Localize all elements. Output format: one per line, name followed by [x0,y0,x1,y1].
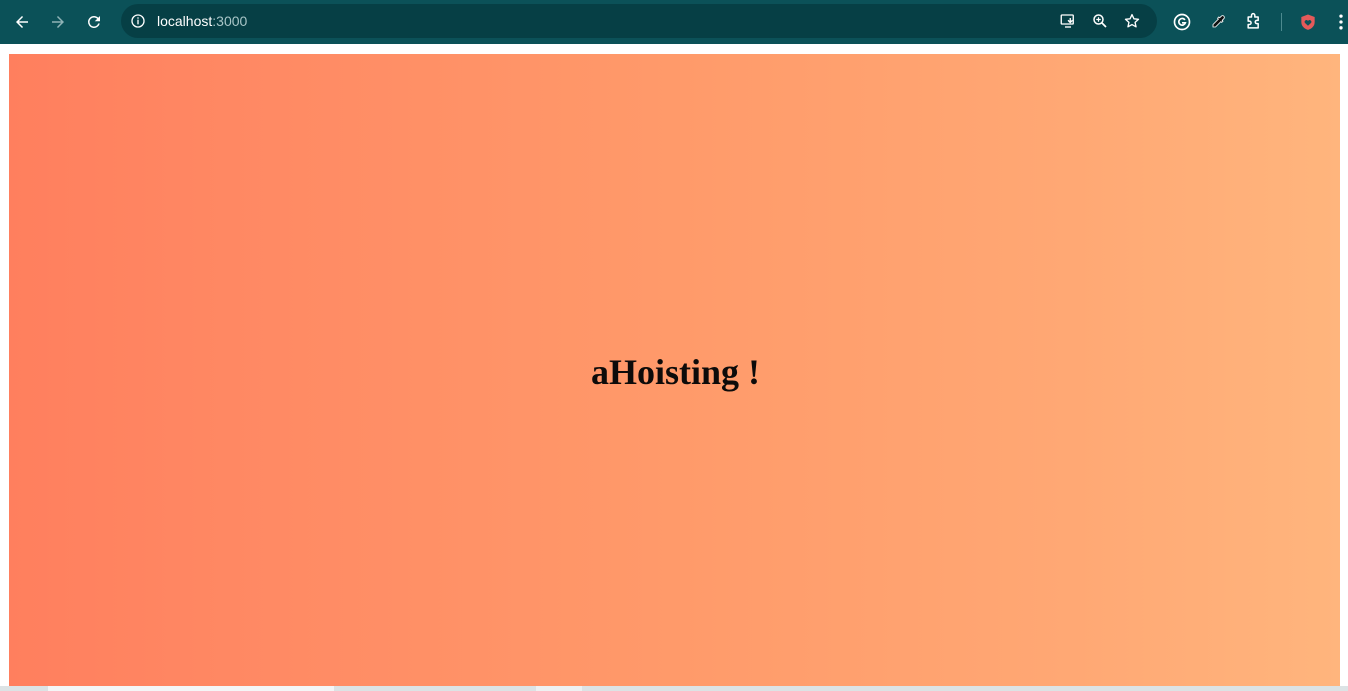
toolbar-divider [1281,13,1282,31]
back-button[interactable] [9,9,35,35]
info-icon[interactable] [129,12,147,30]
zoom-icon[interactable] [1090,11,1110,31]
forward-button[interactable] [45,9,71,35]
taskbar-edge [0,686,1348,691]
forward-arrow-icon [52,16,64,28]
browser-toolbar: localhost:3000 [0,0,1348,44]
eyedropper-icon[interactable] [1207,11,1229,33]
url-port: :3000 [212,13,248,29]
page-heading: aHoisting ! [590,352,760,392]
reload-icon [87,15,100,28]
reload-button[interactable] [81,9,107,35]
taskbar-item[interactable] [48,686,334,691]
star-icon[interactable] [1122,11,1142,31]
shield-heart-icon[interactable] [1297,11,1319,33]
grammarly-icon[interactable] [1171,11,1193,33]
kebab-menu-icon[interactable] [1334,11,1348,33]
address-bar[interactable]: localhost:3000 [121,4,1157,38]
puzzle-icon[interactable] [1243,11,1265,33]
url-text[interactable]: localhost:3000 [157,13,247,29]
page-viewport: aHoisting ! [9,54,1340,686]
back-arrow-icon [16,16,28,28]
url-host: localhost [157,13,213,29]
install-app-icon[interactable] [1058,11,1078,31]
taskbar-item[interactable] [536,686,582,691]
